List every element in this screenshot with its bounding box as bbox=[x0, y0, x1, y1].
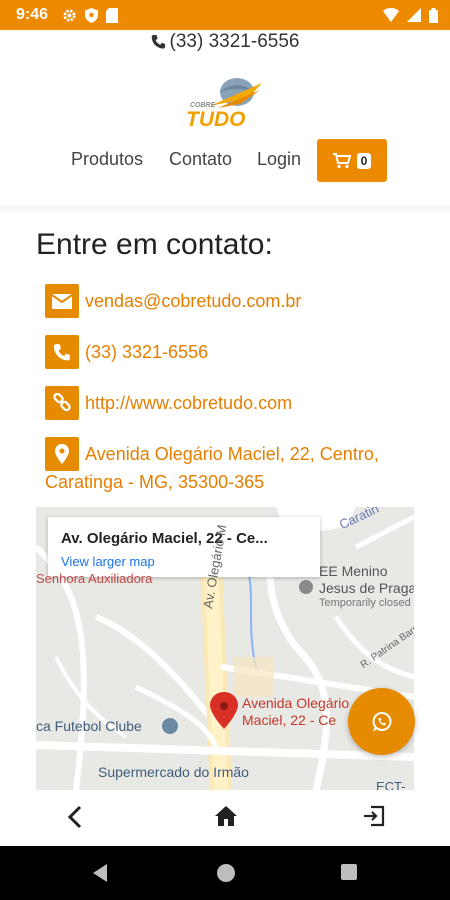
contact-email-row[interactable]: vendas@cobretudo.com.br bbox=[45, 284, 301, 318]
nav-login[interactable]: Login bbox=[257, 149, 301, 170]
shield-icon bbox=[85, 7, 99, 23]
map-card-title: Av. Olegário Maciel, 22 - Ce... bbox=[61, 530, 268, 547]
contact-address-line1: Avenida Olegário Maciel, 22, Centro, bbox=[85, 443, 379, 464]
back-icon[interactable] bbox=[65, 804, 85, 830]
map-info-card: Av. Olegário Maciel, 22 - Ce... View lar… bbox=[48, 517, 320, 577]
status-system-icons bbox=[383, 0, 438, 30]
map-label-pin-line2: Maciel, 22 - Ce bbox=[242, 712, 337, 728]
map-label-supermercado: Supermercado do Irmão bbox=[98, 764, 249, 780]
logo-graphic: COBRE TUDO bbox=[186, 78, 262, 131]
nav-contato[interactable]: Contato bbox=[169, 149, 232, 170]
contact-title: Entre em contato: bbox=[36, 228, 273, 261]
header-phone-text: (33) 3321-6556 bbox=[169, 31, 300, 52]
map-label-senhora: Senhora Auxiliadora bbox=[36, 571, 153, 586]
phone-icon bbox=[45, 335, 79, 369]
contact-address-row: Avenida Olegário Maciel, 22, Centro, bbox=[45, 437, 379, 471]
signal-icon bbox=[407, 8, 421, 22]
status-time: 9:46 bbox=[16, 6, 49, 23]
wifi-icon bbox=[383, 8, 399, 22]
view-larger-map-link[interactable]: View larger map bbox=[61, 554, 155, 569]
home-icon[interactable] bbox=[214, 804, 238, 828]
app-bottom-nav bbox=[0, 790, 450, 846]
map-label-ect: ECT- bbox=[376, 779, 406, 790]
exit-icon[interactable] bbox=[362, 804, 386, 828]
cart-count-badge: 0 bbox=[356, 152, 372, 169]
system-nav-bar bbox=[0, 846, 450, 900]
settings-gear-icon bbox=[63, 8, 76, 22]
whatsapp-icon bbox=[372, 711, 391, 732]
contact-phone[interactable]: (33) 3321-6556 bbox=[85, 342, 208, 363]
status-notification-icons bbox=[62, 7, 119, 23]
link-icon bbox=[45, 386, 79, 420]
status-bar: 9:46 bbox=[0, 0, 450, 30]
contact-website[interactable]: http://www.cobretudo.com bbox=[85, 393, 292, 414]
whatsapp-button[interactable] bbox=[348, 688, 415, 755]
system-home-icon[interactable] bbox=[216, 863, 236, 883]
cart-icon bbox=[332, 152, 351, 168]
map-marker-icon bbox=[45, 437, 79, 471]
map-label-temporarily-closed: Temporarily closed bbox=[319, 597, 411, 609]
embedded-map[interactable]: Av. Olegário Maciel, 22 - Ce... View lar… bbox=[36, 507, 414, 790]
envelope-icon bbox=[45, 284, 79, 318]
battery-icon bbox=[429, 7, 438, 23]
map-label-ee-menino: EE Menino bbox=[319, 563, 388, 579]
sd-card-icon bbox=[106, 7, 119, 23]
map-label-futebol: ca Futebol Clube bbox=[36, 718, 142, 734]
contact-address-line2: Caratinga - MG, 35300-365 bbox=[45, 472, 265, 492]
contact-email[interactable]: vendas@cobretudo.com.br bbox=[85, 291, 301, 312]
logo-big-text: TUDO bbox=[186, 108, 246, 131]
cart-button[interactable]: 0 bbox=[317, 139, 387, 182]
map-label-pin-line1: Avenida Olegário bbox=[242, 695, 350, 711]
map-label-jesus-praga: Jesus de Praga bbox=[319, 580, 414, 596]
contact-website-row[interactable]: http://www.cobretudo.com bbox=[45, 386, 292, 420]
header-divider bbox=[0, 205, 450, 217]
header-phone[interactable]: (33) 3321-6556 bbox=[0, 30, 450, 54]
site-logo[interactable]: COBRE TUDO bbox=[180, 68, 270, 134]
system-recents-icon[interactable] bbox=[340, 863, 358, 881]
nav-produtos[interactable]: Produtos bbox=[71, 149, 143, 170]
system-back-icon[interactable] bbox=[91, 863, 111, 883]
phone-icon bbox=[151, 34, 165, 49]
contact-phone-row[interactable]: (33) 3321-6556 bbox=[45, 335, 208, 369]
